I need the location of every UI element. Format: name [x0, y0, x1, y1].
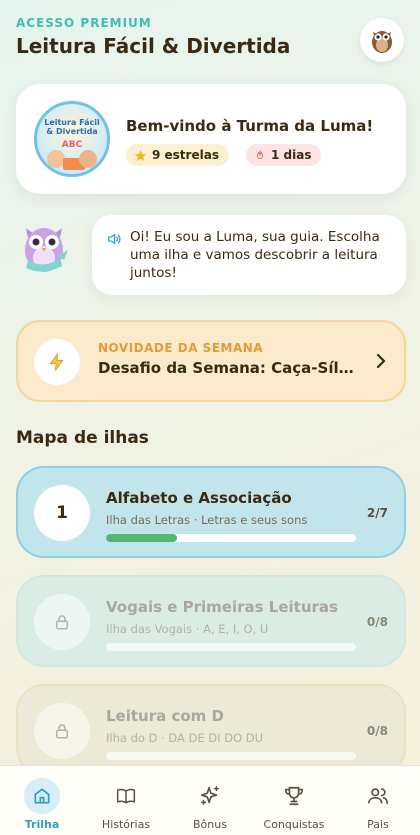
nav-label: Bônus [193, 818, 227, 831]
speaker-icon[interactable] [106, 231, 122, 247]
logo-line-1: Leitura Fácil [44, 118, 100, 127]
novelty-title: Desafio da Semana: Caça-Sílab... [98, 359, 360, 377]
island-subtitle: Ilha das Vogais · A, E, I, O, U [106, 622, 269, 636]
island-card[interactable]: 1 Alfabeto e Associação Ilha das Letras … [16, 466, 406, 558]
bottom-nav: Trilha Histórias Bônus Conquistas Pais [0, 765, 420, 835]
island-card-locked[interactable]: Vogais e Primeiras Leituras Ilha das Vog… [16, 575, 406, 667]
stars-badge: 9 estrelas [126, 144, 229, 166]
section-title: Mapa de ilhas [16, 428, 149, 448]
logo-abc: ABC [61, 140, 83, 150]
streak-count: 1 dias [271, 148, 312, 162]
island-title: Vogais e Primeiras Leituras [106, 598, 338, 616]
nav-label: Pais [367, 818, 389, 831]
streak-badge: 1 dias [246, 144, 322, 166]
stars-count: 9 estrelas [152, 148, 219, 162]
island-title: Leitura com D [106, 707, 224, 725]
owl-mascot-icon [25, 228, 68, 272]
lightning-icon [49, 353, 64, 371]
book-icon [116, 788, 136, 804]
lock-icon [56, 615, 68, 630]
island-subtitle: Ilha do D · DA DE DI DO DU [106, 731, 264, 745]
header: ACESSO PREMIUM Leitura Fácil & Divertida [16, 16, 404, 66]
island-number-circle: 1 [34, 485, 90, 541]
nav-item-trilha[interactable]: Trilha [0, 766, 84, 835]
progress-bar [106, 534, 356, 542]
kid-illustration [79, 150, 97, 168]
lock-icon [56, 724, 68, 739]
welcome-title: Bem-vindo à Turma da Luma! [126, 117, 374, 135]
bolt-icon-wrapper [34, 339, 80, 385]
weekly-challenge-card[interactable]: NOVIDADE DA SEMANA Desafio da Semana: Ca… [16, 320, 406, 402]
nav-item-bonus[interactable]: Bônus [168, 766, 252, 835]
premium-label: ACESSO PREMIUM [16, 16, 152, 30]
nav-label: Trilha [24, 818, 60, 831]
trophy-icon [284, 786, 304, 806]
app-title: Leitura Fácil & Divertida [16, 34, 291, 58]
nav-item-conquistas[interactable]: Conquistas [252, 766, 336, 835]
island-progress-count: 0/8 [366, 615, 388, 629]
users-icon [368, 788, 388, 805]
island-title: Alfabeto e Associação [106, 489, 292, 507]
island-lock-circle [34, 703, 90, 759]
star-icon [134, 149, 147, 161]
nav-item-historias[interactable]: Histórias [84, 766, 168, 835]
home-icon [34, 788, 50, 804]
progress-bar [106, 752, 356, 760]
progress-fill [106, 534, 178, 542]
flame-icon [256, 149, 264, 159]
nav-label: Conquistas [263, 818, 325, 831]
nav-item-pais[interactable]: Pais [336, 766, 420, 835]
chevron-right-icon [376, 353, 386, 369]
island-number: 1 [56, 503, 68, 523]
nav-label: Histórias [101, 818, 151, 831]
sparkle-icon [200, 786, 219, 805]
island-lock-circle [34, 594, 90, 650]
welcome-card: Leitura Fácil & Divertida ABC Bem-vindo … [16, 84, 406, 194]
guide-speech-bubble: Oi! Eu sou a Luma, sua guia. Escolha uma… [92, 215, 406, 295]
island-progress-count: 2/7 [366, 506, 388, 520]
novelty-label: NOVIDADE DA SEMANA [98, 341, 264, 355]
profile-avatar-button[interactable] [360, 18, 404, 62]
island-card-locked[interactable]: Leitura com D Ilha do D · DA DE DI DO DU… [16, 684, 406, 776]
logo-line-2: & Divertida [46, 127, 98, 136]
guide-message: Oi! Eu sou a Luma, sua guia. Escolha uma… [130, 229, 380, 281]
owl-icon [372, 31, 392, 53]
progress-bar [106, 643, 356, 651]
app-logo: Leitura Fácil & Divertida ABC [34, 101, 110, 177]
island-progress-count: 0/8 [366, 724, 388, 738]
island-subtitle: Ilha das Letras · Letras e seus sons [106, 513, 308, 527]
